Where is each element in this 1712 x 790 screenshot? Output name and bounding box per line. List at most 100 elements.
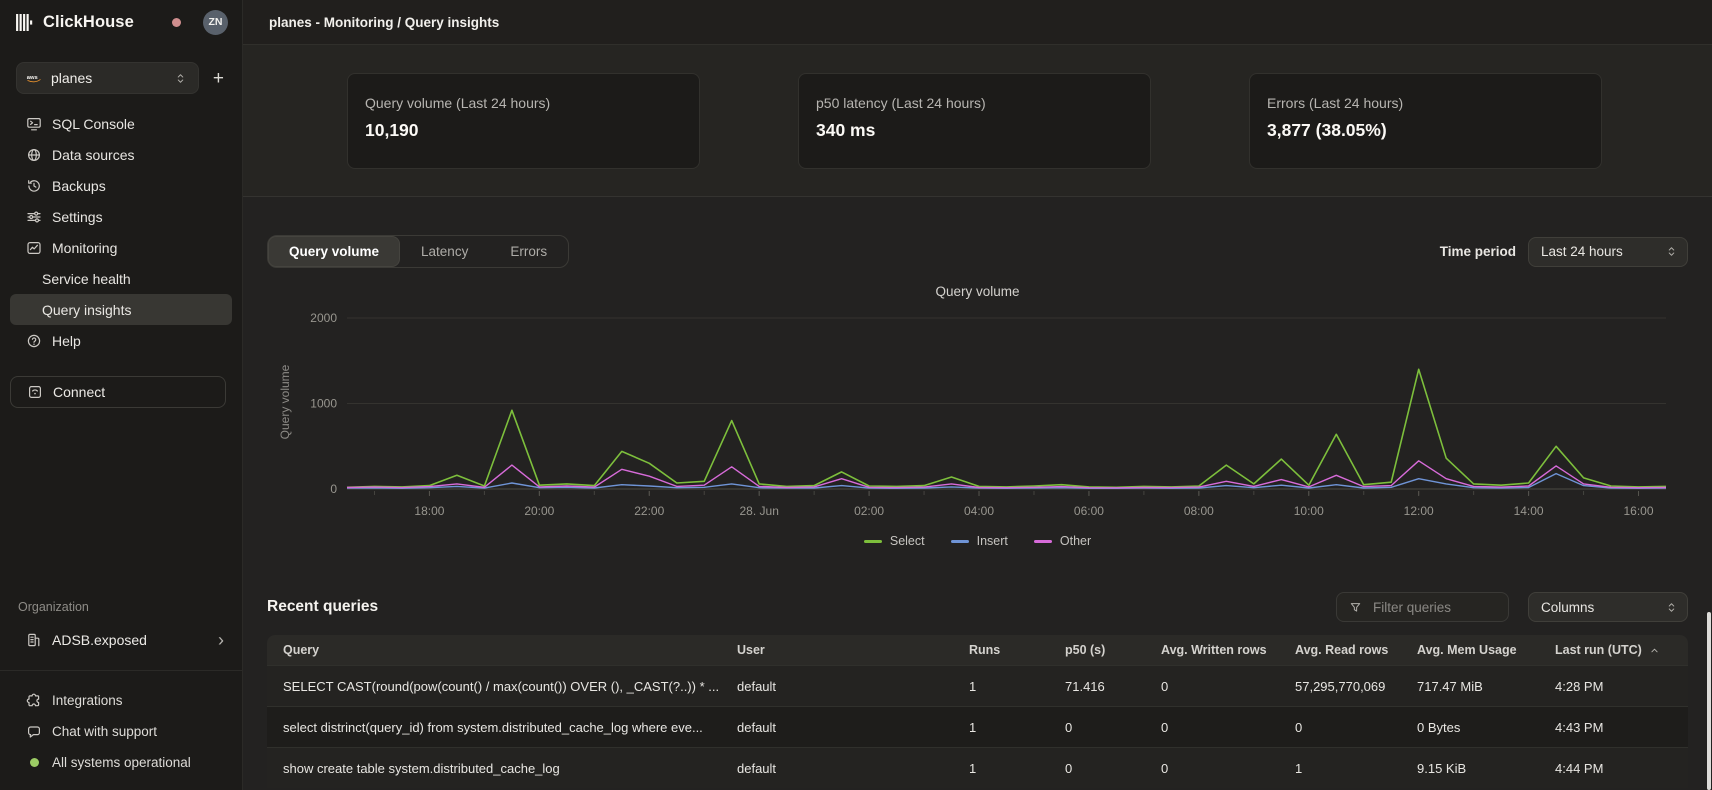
legend-item-insert[interactable]: Insert [951, 534, 1008, 548]
column-header-runs[interactable]: Runs [953, 643, 1049, 657]
sidebar-item-service-health[interactable]: Service health [10, 263, 232, 294]
recent-queries-title: Recent queries [267, 598, 378, 616]
sidebar-item-monitoring[interactable]: Monitoring [10, 232, 232, 263]
scrollbar-thumb[interactable] [1707, 612, 1711, 790]
column-header-avg-read-rows[interactable]: Avg. Read rows [1279, 643, 1401, 657]
organization-name: ADSB.exposed [52, 632, 147, 648]
aws-icon: aws [26, 70, 42, 86]
svg-text:14:00: 14:00 [1514, 504, 1544, 518]
legend-label: Other [1060, 534, 1091, 548]
sidebar-footer: IntegrationsChat with support All systems… [10, 685, 232, 778]
service-selector-row: aws planes + [16, 62, 226, 94]
stat-label: Query volume (Last 24 hours) [365, 95, 682, 111]
stat-value: 10,190 [365, 120, 682, 141]
stat-value: 340 ms [816, 120, 1133, 141]
svg-text:06:00: 06:00 [1074, 504, 1104, 518]
sidebar-item-sql-console[interactable]: SQL Console [10, 108, 232, 139]
sidebar-item-chat-with-support[interactable]: Chat with support [10, 716, 232, 747]
sidebar-item-help[interactable]: Help [10, 325, 232, 356]
column-header-query[interactable]: Query [267, 643, 721, 657]
column-header-avg-written-rows[interactable]: Avg. Written rows [1145, 643, 1279, 657]
topbar: planes - Monitoring / Query insights [243, 0, 1712, 45]
svg-text:0: 0 [330, 482, 337, 496]
status-ok-dot [30, 758, 39, 767]
recent-queries-table: QueryUserRunsp50 (s)Avg. Written rowsAvg… [267, 635, 1688, 788]
sidebar-item-backups[interactable]: Backups [10, 170, 232, 201]
avatar[interactable]: ZN [203, 10, 228, 35]
sidebar-item-label: Query insights [42, 302, 131, 318]
service-name: planes [51, 70, 92, 86]
column-header-last-run-utc[interactable]: Last run (UTC) [1539, 642, 1688, 658]
chart-title: Query volume [267, 284, 1688, 299]
chat-icon [26, 724, 42, 740]
recent-queries-controls: Columns [1336, 592, 1688, 622]
sidebar-item-integrations[interactable]: Integrations [10, 685, 232, 716]
table-row[interactable]: select distrinct(query_id) from system.d… [267, 706, 1688, 747]
columns-select[interactable]: Columns [1528, 592, 1688, 622]
sidebar-item-all-systems-operational[interactable]: All systems operational [10, 747, 232, 778]
chevron-updown-icon [1663, 599, 1679, 615]
sidebar-item-label: SQL Console [52, 116, 135, 132]
cell-avg-read-rows: 1 [1279, 761, 1401, 776]
cell-runs: 1 [953, 761, 1049, 776]
integrations-icon [26, 693, 42, 709]
add-service-button[interactable]: + [211, 69, 226, 88]
time-period-control: Time period Last 24 hours [1440, 237, 1688, 267]
legend-item-other[interactable]: Other [1034, 534, 1091, 548]
chevron-right-icon: › [218, 631, 224, 649]
cell-avg-read-rows: 0 [1279, 720, 1401, 735]
cell-last-run-utc: 4:43 PM [1539, 720, 1688, 735]
sidebar-item-label: Monitoring [52, 240, 117, 256]
query-cell: SELECT CAST(round(pow(count() / max(coun… [267, 679, 721, 694]
svg-text:16:00: 16:00 [1624, 504, 1654, 518]
table-row[interactable]: SELECT CAST(round(pow(count() / max(coun… [267, 665, 1688, 706]
legend-label: Insert [977, 534, 1008, 548]
cell-avg-written-rows: 0 [1145, 720, 1279, 735]
time-period-label: Time period [1440, 244, 1516, 259]
tab-query-volume[interactable]: Query volume [268, 236, 400, 267]
chart: Query volume 01000200018:0020:0022:0028.… [280, 301, 1688, 526]
columns-label: Columns [1541, 600, 1594, 615]
filter-queries-input[interactable] [1371, 599, 1498, 616]
organization-section-label: Organization [10, 600, 232, 614]
cell-p50-s: 0 [1049, 761, 1145, 776]
connect-label: Connect [53, 384, 105, 400]
connect-button[interactable]: Connect [10, 376, 226, 408]
time-period-select[interactable]: Last 24 hours [1528, 237, 1688, 267]
column-header-label: Avg. Mem Usage [1417, 643, 1517, 657]
cell-last-run-utc: 4:28 PM [1539, 679, 1688, 694]
svg-text:20:00: 20:00 [524, 504, 554, 518]
content: Query volume Latency Errors Time period … [243, 197, 1712, 790]
sidebar-item-data-sources[interactable]: Data sources [10, 139, 232, 170]
column-header-user[interactable]: User [721, 643, 953, 657]
stats-band: Query volume (Last 24 hours) 10,190 p50 … [243, 45, 1712, 197]
chevron-updown-icon [1663, 244, 1679, 260]
svg-text:aws: aws [27, 75, 38, 81]
backups-icon [26, 178, 42, 194]
sidebar-item-label: All systems operational [52, 755, 191, 770]
cell-user: default [721, 720, 953, 735]
sidebar-item-label: Data sources [52, 147, 134, 163]
svg-text:10:00: 10:00 [1294, 504, 1324, 518]
column-header-p50-s[interactable]: p50 (s) [1049, 643, 1145, 657]
table-row[interactable]: show create table system.distributed_cac… [267, 747, 1688, 788]
column-header-label: Runs [969, 643, 1000, 657]
chart-canvas[interactable]: 01000200018:0020:0022:0028. Jun02:0004:0… [280, 301, 1680, 526]
svg-text:2000: 2000 [310, 311, 337, 325]
sidebar: ClickHouse ZN aws planes + SQL ConsoleDa… [0, 0, 243, 790]
svg-text:08:00: 08:00 [1184, 504, 1214, 518]
cell-runs: 1 [953, 720, 1049, 735]
service-selector[interactable]: aws planes [16, 62, 199, 94]
clickhouse-logo[interactable] [16, 14, 35, 31]
sidebar-item-settings[interactable]: Settings [10, 201, 232, 232]
column-header-avg-mem-usage[interactable]: Avg. Mem Usage [1401, 643, 1539, 657]
tab-errors[interactable]: Errors [489, 236, 568, 267]
column-header-label: Query [283, 643, 319, 657]
sidebar-item-query-insights[interactable]: Query insights [10, 294, 232, 325]
notification-dot[interactable] [172, 18, 181, 27]
organization-item[interactable]: ADSB.exposed › [10, 624, 232, 656]
tab-latency[interactable]: Latency [400, 236, 489, 267]
column-header-label: User [737, 643, 765, 657]
legend-item-select[interactable]: Select [864, 534, 925, 548]
cell-user: default [721, 761, 953, 776]
